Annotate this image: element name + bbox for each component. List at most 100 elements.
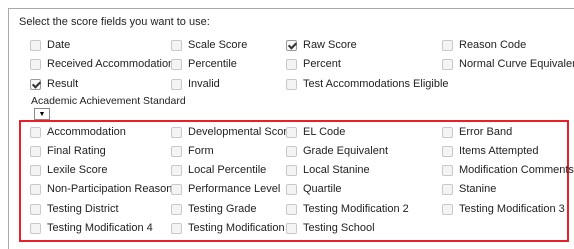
field-result[interactable]: Result: [30, 76, 78, 92]
checkbox[interactable]: [286, 203, 297, 215]
field-label: Developmental Score: [188, 126, 294, 138]
checkbox[interactable]: [171, 183, 182, 195]
field-testing-modification-2[interactable]: Testing Modification 2: [286, 201, 409, 217]
checkbox[interactable]: [442, 126, 453, 138]
field-label: Test Accommodations Eligible: [303, 78, 449, 90]
field-performance-level[interactable]: Performance Level: [171, 181, 280, 197]
field-form[interactable]: Form: [171, 143, 214, 159]
field-quartile[interactable]: Quartile: [286, 181, 342, 197]
checkbox[interactable]: [286, 145, 297, 157]
field-scale-score[interactable]: Scale Score: [171, 37, 247, 53]
field-label: Stanine: [459, 183, 497, 195]
field-normal-curve-equivalen[interactable]: Normal Curve Equivalen: [442, 56, 574, 72]
field-label: Raw Score: [303, 39, 357, 51]
field-label: Items Attempted: [459, 145, 539, 157]
checkbox[interactable]: [442, 58, 453, 70]
field-final-rating[interactable]: Final Rating: [30, 143, 106, 159]
field-testing-grade[interactable]: Testing Grade: [171, 201, 256, 217]
field-testing-modification-4[interactable]: Testing Modification 4: [30, 220, 153, 236]
checkbox[interactable]: [171, 222, 182, 234]
checkbox[interactable]: [171, 203, 182, 215]
field-testing-modification-5[interactable]: Testing Modification 5: [171, 220, 294, 236]
field-percent[interactable]: Percent: [286, 56, 341, 72]
field-label: Testing Grade: [188, 203, 257, 215]
field-label: Scale Score: [188, 39, 248, 51]
field-date[interactable]: Date: [30, 37, 70, 53]
checkbox[interactable]: [171, 126, 182, 138]
checkbox[interactable]: [30, 145, 41, 157]
field-label: Local Stanine: [303, 164, 370, 176]
checkbox[interactable]: [171, 39, 182, 51]
checkbox[interactable]: [171, 145, 182, 157]
checkbox[interactable]: [286, 222, 297, 234]
field-label: Invalid: [188, 78, 220, 90]
field-testing-district[interactable]: Testing District: [30, 201, 119, 217]
field-invalid[interactable]: Invalid: [171, 76, 220, 92]
checkbox[interactable]: [442, 183, 453, 195]
field-percentile[interactable]: Percentile: [171, 56, 237, 72]
field-label: Final Rating: [47, 145, 106, 157]
checkbox[interactable]: [30, 164, 41, 176]
checkbox[interactable]: [442, 164, 453, 176]
field-raw-score[interactable]: Raw Score: [286, 37, 357, 53]
field-label: Testing District: [47, 203, 119, 215]
field-received-accommodation[interactable]: Received Accommodation: [30, 56, 174, 72]
field-testing-modification-3[interactable]: Testing Modification 3: [442, 201, 565, 217]
academic-achievement-standard-select[interactable]: ▼: [34, 108, 50, 120]
field-items-attempted[interactable]: Items Attempted: [442, 143, 538, 159]
field-error-band[interactable]: Error Band: [442, 124, 512, 140]
field-label: Quartile: [303, 183, 342, 195]
checkbox[interactable]: [286, 164, 297, 176]
field-testing-school[interactable]: Testing School: [286, 220, 375, 236]
field-test-accommodations-eligible[interactable]: Test Accommodations Eligible: [286, 76, 449, 92]
field-label: Local Percentile: [188, 164, 267, 176]
field-label: Percentile: [188, 58, 237, 70]
checkbox[interactable]: [30, 126, 41, 138]
field-non-participation-reason[interactable]: Non-Participation Reason: [30, 181, 172, 197]
checkbox[interactable]: [442, 203, 453, 215]
checkbox[interactable]: [286, 78, 297, 90]
dropdown-arrow-icon: ▼: [38, 110, 46, 118]
checkbox[interactable]: [286, 39, 297, 51]
checkbox[interactable]: [286, 183, 297, 195]
checkbox[interactable]: [30, 58, 41, 70]
field-label: Form: [188, 145, 214, 157]
field-label: Result: [47, 78, 79, 90]
checkbox[interactable]: [171, 78, 182, 90]
field-reason-code[interactable]: Reason Code: [442, 37, 526, 53]
academic-achievement-standard-label: Academic Achievement Standard: [31, 95, 186, 107]
field-label: Grade Equivalent: [303, 145, 388, 157]
checkbox[interactable]: [171, 58, 182, 70]
checkbox[interactable]: [30, 78, 41, 90]
field-lexile-score[interactable]: Lexile Score: [30, 162, 108, 178]
field-label: Percent: [303, 58, 341, 70]
field-label: Error Band: [459, 126, 513, 138]
checkbox[interactable]: [30, 222, 41, 234]
checkbox[interactable]: [442, 145, 453, 157]
field-accommodation[interactable]: Accommodation: [30, 124, 126, 140]
checkbox[interactable]: [442, 39, 453, 51]
checkbox[interactable]: [286, 126, 297, 138]
field-label: Received Accommodation: [47, 58, 175, 70]
checkbox[interactable]: [171, 164, 182, 176]
field-label: Non-Participation Reason: [47, 183, 173, 195]
field-local-stanine[interactable]: Local Stanine: [286, 162, 370, 178]
field-stanine[interactable]: Stanine: [442, 181, 496, 197]
checkbox[interactable]: [30, 183, 41, 195]
instructions-text: Select the score fields you want to use:: [19, 16, 210, 28]
field-grade-equivalent[interactable]: Grade Equivalent: [286, 143, 388, 159]
field-label: Accommodation: [47, 126, 126, 138]
field-label: Performance Level: [188, 183, 281, 195]
field-label: Testing Modification 5: [188, 222, 294, 234]
field-developmental-score[interactable]: Developmental Score: [171, 124, 293, 140]
field-label: Testing Modification 3: [459, 203, 565, 215]
field-local-percentile[interactable]: Local Percentile: [171, 162, 266, 178]
field-el-code[interactable]: EL Code: [286, 124, 345, 140]
checkbox[interactable]: [30, 39, 41, 51]
field-label: Reason Code: [459, 39, 527, 51]
field-label: Testing Modification 2: [303, 203, 409, 215]
checkbox[interactable]: [30, 203, 41, 215]
checkbox[interactable]: [286, 58, 297, 70]
field-modification-comments[interactable]: Modification Comments: [442, 162, 574, 178]
field-label: EL Code: [303, 126, 346, 138]
